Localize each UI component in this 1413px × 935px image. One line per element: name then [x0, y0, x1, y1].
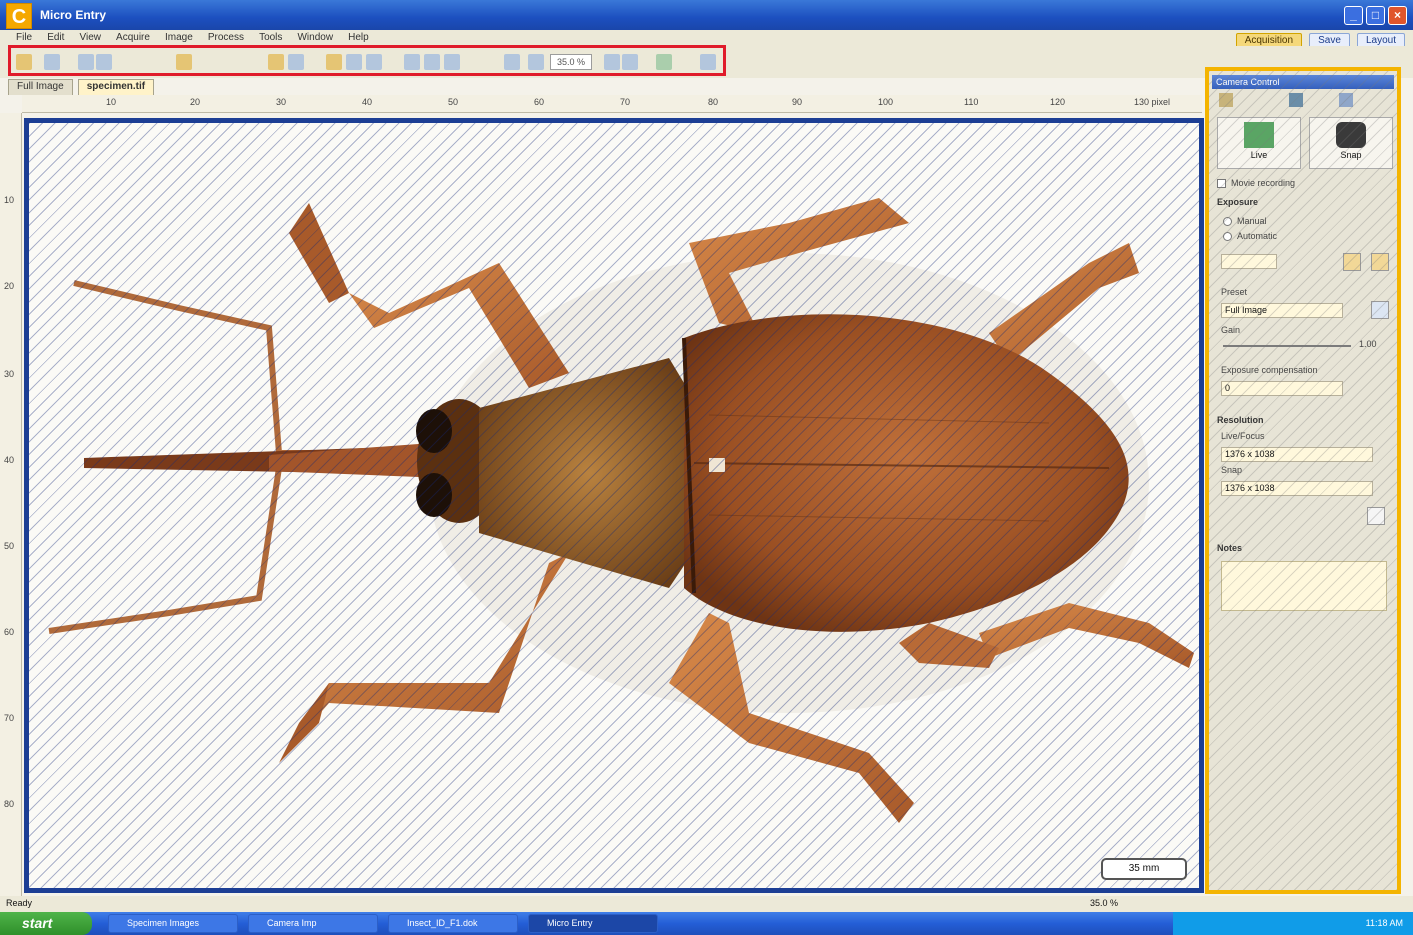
exposure-reset-button[interactable]: [1371, 253, 1389, 271]
snap-label: Snap: [1340, 150, 1362, 160]
system-tray: 11:18 AM: [1173, 912, 1413, 935]
ruler-tick: 80: [708, 97, 719, 107]
status-zoom: 35.0 %: [1090, 898, 1119, 908]
task-micro-entry[interactable]: Micro Entry: [528, 914, 658, 933]
ruler-tick: 10: [106, 97, 117, 107]
scale-bar-label: 35 mm: [1101, 858, 1187, 880]
live-resolution-label: Live/Focus: [1221, 431, 1265, 441]
menu-window[interactable]: Window: [291, 31, 339, 44]
preset-label: Preset: [1221, 287, 1248, 297]
exposure-section-title: Exposure: [1217, 197, 1259, 207]
status-bar: Ready 35.0 %: [0, 896, 1413, 912]
live-camera-icon: [1244, 122, 1274, 148]
panel-title: Camera Control: [1212, 75, 1394, 89]
ruler-tick: 100: [878, 97, 894, 107]
automatic-label: Automatic: [1237, 231, 1278, 241]
menu-edit[interactable]: Edit: [41, 31, 70, 44]
task-insect-id-doc[interactable]: Insect_ID_F1.dok: [388, 914, 518, 933]
title-bar: Micro Entry _ □ ×: [0, 0, 1413, 30]
panel-label: C: [6, 3, 32, 29]
gain-label: Gain: [1221, 325, 1241, 335]
manual-label: Manual: [1237, 216, 1267, 226]
automatic-radio[interactable]: [1223, 232, 1232, 241]
ruler-tick: 110: [964, 97, 979, 107]
gain-value: 1.00: [1359, 339, 1377, 349]
notes-textarea[interactable]: [1221, 561, 1387, 611]
ruler-tick: 50: [4, 541, 15, 551]
resolution-info-button[interactable]: [1367, 507, 1385, 525]
taskbar: start Specimen Images Camera Imp Insect_…: [0, 912, 1413, 935]
ruler-tick: 70: [620, 97, 631, 107]
doctab-full-image[interactable]: Full Image: [8, 79, 73, 95]
snap-resolution-label: Snap: [1221, 465, 1243, 475]
close-button[interactable]: ×: [1388, 6, 1407, 25]
menu-acquire[interactable]: Acquire: [110, 31, 156, 44]
vertical-ruler: 10 20 30 40 50 60 70 80: [0, 113, 22, 903]
snap-resolution-select[interactable]: 1376 x 1038: [1221, 481, 1373, 496]
snap-button[interactable]: Snap: [1309, 117, 1393, 169]
exposure-time-field[interactable]: [1221, 254, 1277, 269]
ruler-tick: 20: [190, 97, 201, 107]
ruler-tick: 90: [792, 97, 803, 107]
ruler-tick: 50: [448, 97, 459, 107]
image-canvas[interactable]: 35 mm: [24, 118, 1204, 893]
live-label: Live: [1250, 150, 1268, 160]
ruler-tick: 30: [4, 369, 15, 379]
selection-hatch-overlay: [29, 123, 1199, 888]
ruler-tick: 130 pixel: [1134, 97, 1171, 107]
snap-camera-icon: [1336, 122, 1366, 148]
toolbar-highlight-box: [8, 45, 726, 76]
ruler-tick: 40: [4, 455, 15, 465]
ruler-tick: 20: [4, 281, 15, 291]
ruler-tick: 70: [4, 713, 15, 723]
ruler-tick: 40: [362, 97, 373, 107]
preset-select[interactable]: Full Image: [1221, 303, 1343, 318]
menu-view[interactable]: View: [73, 31, 107, 44]
minimize-button[interactable]: _: [1344, 6, 1363, 25]
document-tabs: Full Image specimen.tif: [8, 79, 156, 95]
task-specimen-images[interactable]: Specimen Images: [108, 914, 238, 933]
menu-bar: File Edit View Acquire Image Process Too…: [0, 30, 1413, 46]
ruler-tick: 120: [1050, 97, 1066, 107]
camera-control-panel: Camera Control Live Snap Movie recording…: [1205, 67, 1401, 894]
menu-tools[interactable]: Tools: [253, 31, 288, 44]
panel-tool-icon[interactable]: [1219, 93, 1233, 107]
panel-info-icon[interactable]: [1339, 93, 1353, 107]
task-camera-imp[interactable]: Camera Imp: [248, 914, 378, 933]
ruler-tick: 60: [534, 97, 545, 107]
live-resolution-select[interactable]: 1376 x 1038: [1221, 447, 1373, 462]
gain-slider[interactable]: [1223, 345, 1351, 347]
maximize-button[interactable]: □: [1366, 6, 1385, 25]
menu-help[interactable]: Help: [342, 31, 375, 44]
ruler-tick: 10: [4, 195, 15, 205]
ruler-tick: 60: [4, 627, 15, 637]
horizontal-ruler: 10 20 30 40 50 60 70 80 90 100 110 120 1…: [22, 95, 1202, 113]
exposure-compensation-select[interactable]: 0: [1221, 381, 1343, 396]
menu-process[interactable]: Process: [202, 31, 250, 44]
doctab-specimen[interactable]: specimen.tif: [77, 79, 155, 95]
live-button[interactable]: Live: [1217, 117, 1301, 169]
notes-section-title: Notes: [1217, 543, 1243, 553]
movie-recording-label: Movie recording: [1231, 178, 1296, 188]
start-button[interactable]: start: [0, 912, 92, 935]
status-text: Ready: [6, 898, 33, 908]
window-title: Micro Entry: [40, 8, 107, 22]
preset-save-button[interactable]: [1371, 301, 1389, 319]
manual-radio[interactable]: [1223, 217, 1232, 226]
ruler-tick: 30: [276, 97, 287, 107]
exposure-compensation-label: Exposure compensation: [1221, 365, 1318, 375]
panel-settings-icon[interactable]: [1289, 93, 1303, 107]
exposure-auto-button[interactable]: [1343, 253, 1361, 271]
menu-image[interactable]: Image: [159, 31, 199, 44]
movie-recording-checkbox[interactable]: [1217, 179, 1226, 188]
clock: 11:18 AM: [1365, 918, 1403, 928]
resolution-section-title: Resolution: [1217, 415, 1264, 425]
ruler-tick: 80: [4, 799, 15, 809]
menu-file[interactable]: File: [10, 31, 38, 44]
